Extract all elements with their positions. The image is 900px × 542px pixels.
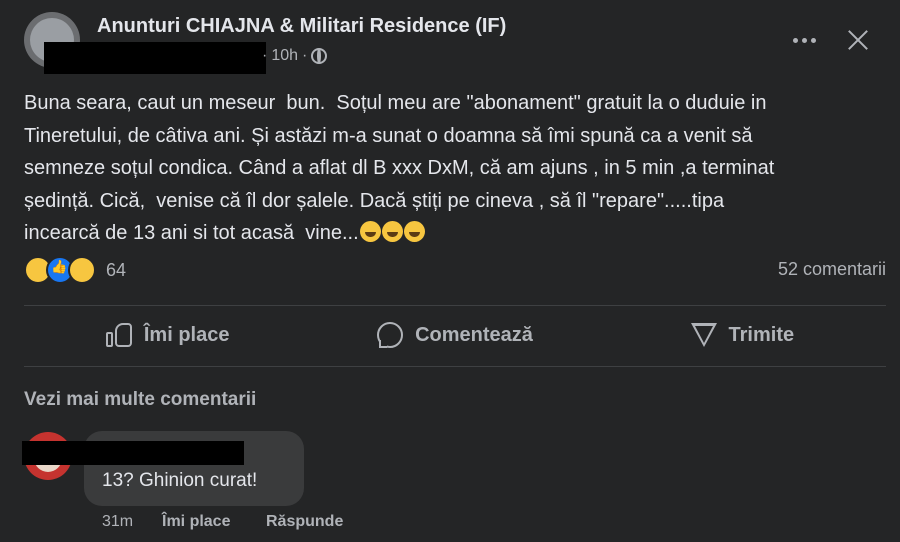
thumbs-up-icon (105, 323, 132, 347)
more-options-button[interactable] (784, 22, 824, 58)
post-meta: · 10h · (262, 47, 328, 65)
comment-time[interactable]: 31m (102, 513, 162, 531)
grin-emoji-icon (381, 221, 403, 242)
reaction-count[interactable]: 64 (106, 260, 126, 281)
like-label: Îmi place (143, 323, 230, 346)
view-more-comments-link[interactable]: Vezi mai multe comentarii (24, 389, 256, 411)
group-name[interactable]: Anunturi CHIAJNA & Militari Residence (I… (97, 15, 506, 38)
post-line: Buna seara, caut un meseur bun. Soțul me… (24, 92, 767, 114)
sweat-smile-emoji-icon (359, 221, 381, 242)
comment-like-button[interactable]: Îmi place (162, 513, 266, 531)
comment-label: Comentează (415, 323, 533, 346)
divider (24, 366, 886, 367)
post-time[interactable]: 10h (271, 47, 298, 65)
post-line: semneze soțul condica. Când a aflat dl B… (24, 157, 775, 179)
smile-emoji-icon (403, 221, 425, 242)
reactions-summary[interactable]: 64 (24, 256, 126, 284)
action-bar: Îmi place Comentează Trimite (24, 306, 886, 364)
like-button[interactable]: Îmi place (24, 306, 311, 364)
post-line: incearcă de 13 ani si tot acasă vine... (24, 217, 894, 250)
post-separator: · (262, 47, 268, 64)
post-line: Tineretului, de câtiva ani. Și astăzi m-… (24, 124, 753, 147)
comment-text: 13? Ghinion curat! (102, 470, 258, 491)
send-icon (690, 323, 717, 347)
redacted-commenter-name (22, 441, 244, 465)
comment-count[interactable]: 52 comentarii (778, 259, 886, 280)
post-line-text: incearcă de 13 ani si tot acasă vine... (24, 222, 359, 244)
comment-actions: 31m Îmi place Răspunde (102, 513, 343, 531)
post-body: Buna seara, caut un meseur bun. Soțul me… (24, 87, 894, 250)
comment-reply-button[interactable]: Răspunde (266, 513, 343, 531)
post-line: ședință. Cică, venise că îl dor șalele. … (24, 189, 725, 212)
comment-icon (377, 322, 404, 348)
share-label: Trimite (728, 323, 795, 346)
post-separator-2: · (302, 47, 308, 64)
share-button[interactable]: Trimite (599, 306, 886, 364)
sad-icon (68, 256, 96, 284)
close-icon[interactable] (838, 22, 878, 58)
redacted-author-name (44, 42, 266, 74)
audience-icon[interactable] (311, 48, 328, 64)
comment-button[interactable]: Comentează (311, 306, 598, 364)
